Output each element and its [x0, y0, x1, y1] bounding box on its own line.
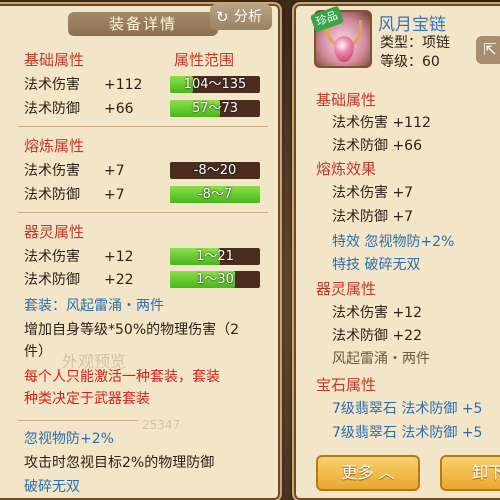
tooltip-base-line: 法术伤害 +112 — [332, 115, 431, 131]
refine-attr-name: 法术防御 — [24, 187, 80, 203]
set-description: 增加自身等级*50%的物理伤害（2 — [24, 322, 240, 338]
refine-attr-value: +7 — [104, 163, 125, 179]
range-bar: -8～7 — [170, 186, 260, 203]
panel-title: 装备详情 — [68, 12, 218, 36]
tooltip-refine-title: 熔炼效果 — [316, 160, 377, 178]
tooltip-gem-line: 7级翡翠石 法术防御 +5 — [332, 425, 483, 441]
divider — [18, 212, 268, 213]
refresh-icon: ↻ — [216, 8, 229, 26]
base-attr-name: 法术伤害 — [24, 77, 80, 93]
chevron-up-icon: ︿ — [378, 463, 395, 482]
spirit-attr-name: 法术防御 — [24, 272, 80, 288]
refine-attr-name: 法术伤害 — [24, 163, 80, 179]
unequip-label: 卸下 — [472, 463, 500, 482]
tooltip-gem-title: 宝石属性 — [316, 376, 377, 394]
tooltip-refine-line: 法术防御 +7 — [332, 209, 414, 225]
item-name: 风月宝链 — [378, 15, 446, 35]
tooltip-base-title: 基础属性 — [316, 91, 377, 109]
range-bar: 104～135 — [170, 76, 260, 93]
range-bar: 57～73 — [170, 100, 260, 117]
range-label: 1～30 — [196, 272, 234, 287]
set-label: 套装：风起雷涌・两件 — [24, 298, 164, 314]
range-bar: 1～21 — [170, 248, 260, 265]
set-description-cont: 件） — [24, 344, 52, 360]
divider — [18, 126, 268, 127]
range-bar: 1～30 — [170, 271, 260, 288]
set-warning-cont: 种类决定于武器套装 — [24, 391, 150, 407]
tooltip-set-line: 风起雷涌・两件 — [332, 351, 430, 367]
tooltip-spirit-line: 法术伤害 +12 — [332, 305, 422, 321]
tooltip-gem-line: 7级翡翠石 法术防御 +5 — [332, 401, 483, 417]
range-bar: -8～20 — [170, 162, 260, 179]
refine-attr-value: +7 — [104, 187, 125, 203]
tooltip-special-effect: 特效 忽视物防+2% — [332, 234, 455, 250]
range-label: 104～135 — [183, 77, 247, 92]
tooltip-special-skill: 特技 破碎无双 — [332, 257, 421, 273]
range-label: 1～21 — [196, 249, 234, 264]
base-attr-value: +66 — [104, 101, 134, 117]
item-level: 等级：60 — [380, 54, 440, 70]
range-label: -8～20 — [193, 163, 237, 178]
tooltip-spirit-title: 器灵属性 — [316, 280, 377, 298]
spirit-attr-value: +22 — [104, 272, 134, 288]
tooltip-spirit-line: 法术防御 +22 — [332, 328, 422, 344]
divider — [18, 420, 138, 421]
base-attr-name: 法术防御 — [24, 101, 80, 117]
more-button[interactable]: 更多 ︿ — [316, 455, 420, 491]
spirit-attr-name: 法术伤害 — [24, 249, 80, 265]
ghost-number: 25347 — [142, 418, 181, 432]
ignore-defense-title: 忽视物防+2% — [24, 431, 114, 447]
ignore-defense-desc: 攻击时忽视目标2%的物理防御 — [24, 455, 215, 471]
analyze-label: 分析 — [234, 9, 262, 25]
range-title: 属性范围 — [174, 51, 235, 69]
base-attr-title: 基础属性 — [24, 51, 85, 69]
more-label: 更多 — [341, 463, 374, 482]
unequip-button[interactable]: 卸下 — [440, 455, 500, 491]
share-button[interactable]: ⇱ — [476, 36, 500, 64]
refine-attr-title: 熔炼属性 — [24, 137, 85, 155]
item-type: 类型：项链 — [380, 35, 450, 51]
spirit-attr-title: 器灵属性 — [24, 223, 85, 241]
base-attr-value: +112 — [104, 77, 143, 93]
range-label: -8～7 — [197, 187, 233, 202]
analyze-button[interactable]: ↻ 分析 — [210, 4, 272, 30]
set-warning: 每个人只能激活一种套装，套装 — [24, 369, 220, 385]
break-skill-title: 破碎无双 — [24, 479, 80, 495]
tooltip-base-line: 法术防御 +66 — [332, 138, 422, 154]
spirit-attr-value: +12 — [104, 249, 134, 265]
range-label: 57～73 — [191, 101, 239, 116]
tooltip-refine-line: 法术伤害 +7 — [332, 185, 414, 201]
share-icon: ⇱ — [483, 40, 497, 59]
